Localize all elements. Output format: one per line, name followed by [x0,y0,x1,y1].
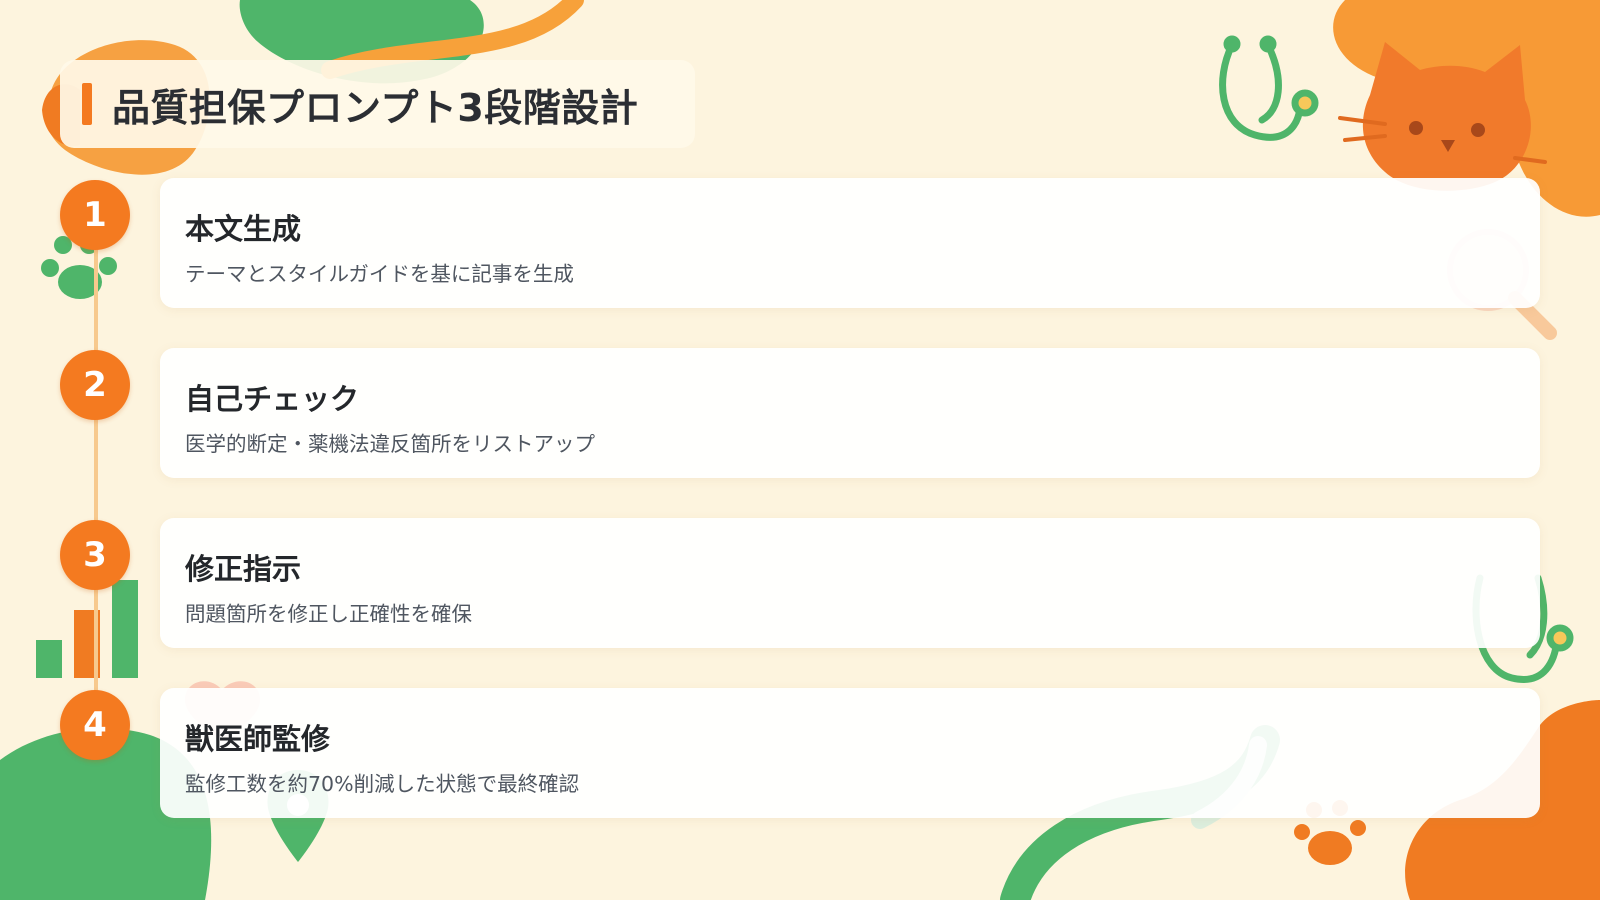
step-3-number: 3 [60,520,130,590]
title-accent-bar [82,83,92,125]
step-3-description: 問題箇所を修正し正確性を確保 [185,602,472,626]
step-1-title: 本文生成 [185,212,302,246]
step-1-card: 本文生成 テーマとスタイルガイドを基に記事を生成 [160,178,1540,308]
step-1-number: 1 [60,180,130,250]
timeline-line [94,215,98,730]
step-2-description: 医学的断定・薬機法違反箇所をリストアップ [185,432,595,456]
step-4-description: 監修工数を約70%削減した状態で最終確認 [185,772,580,796]
step-3-title: 修正指示 [185,552,302,586]
step-1-description: テーマとスタイルガイドを基に記事を生成 [185,262,574,286]
step-3-card: 修正指示 問題箇所を修正し正確性を確保 [160,518,1540,648]
step-4-number: 4 [60,690,130,760]
title-box: 品質担保プロンプト3段階設計 [60,60,695,148]
step-2-title: 自己チェック [185,382,360,416]
step-4-title: 獣医師監修 [185,722,331,756]
step-2-number: 2 [60,350,130,420]
step-2-card: 自己チェック 医学的断定・薬機法違反箇所をリストアップ [160,348,1540,478]
slide-title: 品質担保プロンプト3段階設計 [112,86,639,130]
stethoscope-icon-top [1219,35,1319,141]
bar-chart-icon [36,580,138,678]
step-4-card: 獣医師監修 監修工数を約70%削減した状態で最終確認 [160,688,1540,818]
